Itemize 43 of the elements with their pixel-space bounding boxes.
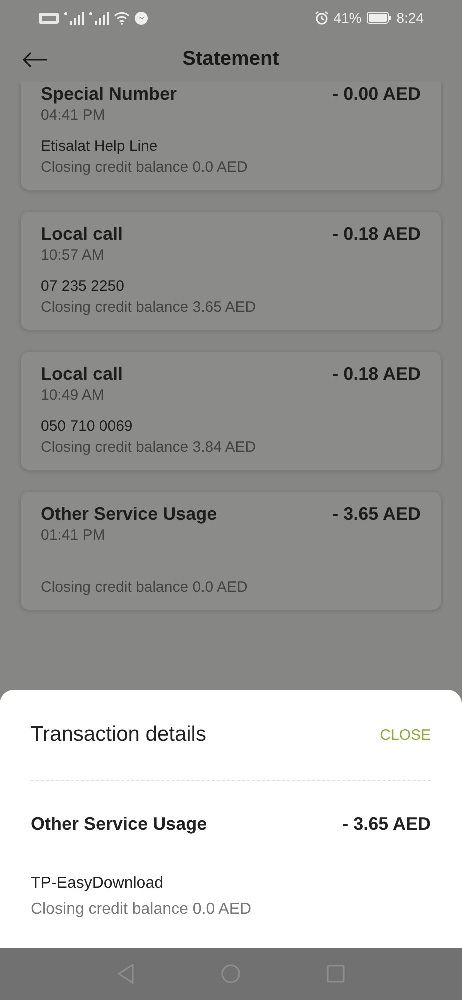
transaction-card[interactable]: Local call - 0.18 AED 10:49 AM 050 710 0069 Closing credit balance 3.84 AED: [21, 352, 441, 470]
transaction-title: Other Service Usage: [31, 814, 208, 834]
transaction-title: Local call: [41, 363, 124, 386]
clock-time: 8:24: [396, 10, 424, 26]
transaction-title: Special Number: [41, 83, 178, 106]
sheet-title: Transaction details: [31, 723, 206, 747]
transaction-title: Local call: [41, 223, 124, 246]
transaction-amount: - 0.18 AED: [332, 223, 421, 246]
transaction-description: 050 710 0069: [41, 417, 133, 437]
recents-icon[interactable]: [327, 965, 345, 983]
transaction-amount: - 0.00 AED: [332, 83, 421, 106]
transaction-card[interactable]: Special Number - 0.00 AED 04:41 PM Etisalat Help Line Closing credit balance 0.0 AED: [21, 82, 441, 190]
transaction-description: Etisalat Help Line: [41, 137, 158, 157]
closing-balance: Closing credit balance 3.84 AED: [41, 438, 258, 458]
alarm-icon: [314, 11, 329, 25]
back-icon[interactable]: [117, 964, 135, 984]
closing-balance: Closing credit balance 0.0 AED: [31, 900, 253, 920]
transaction-description: 07 235 2250: [41, 277, 124, 297]
transaction-card[interactable]: Local call - 0.18 AED 10:57 AM 07 235 2250 Closing credit balance 3.65 AED: [21, 212, 441, 330]
transaction-time: 10:57 AM: [41, 246, 106, 266]
transaction-time: 01:41 PM: [41, 526, 106, 546]
wifi-icon: [114, 12, 130, 24]
battery-percentage: 41%: [334, 10, 362, 26]
closing-balance: Closing credit balance 0.0 AED: [41, 158, 249, 178]
closing-balance: Closing credit balance 3.65 AED: [41, 298, 258, 318]
page-title: Statement: [182, 48, 280, 70]
transaction-description: TP-EasyDownload: [31, 874, 164, 894]
battery-icon: [366, 12, 392, 24]
close-button[interactable]: CLOSE: [380, 726, 431, 744]
transaction-amount: - 0.18 AED: [332, 363, 421, 386]
transaction-amount: - 3.65 AED: [342, 814, 431, 834]
back-arrow-icon: [22, 52, 48, 68]
transaction-time: 10:49 AM: [41, 386, 106, 406]
back-button[interactable]: [20, 50, 50, 70]
transaction-title: Other Service Usage: [41, 503, 218, 526]
closing-balance: Closing credit balance 0.0 AED: [41, 578, 249, 598]
home-icon[interactable]: [221, 964, 241, 984]
signal-icon: [64, 12, 84, 24]
signal-icon: [89, 12, 109, 24]
transaction-amount: - 3.65 AED: [332, 503, 421, 526]
transaction-time: 04:41 PM: [41, 106, 106, 126]
transaction-card[interactable]: Other Service Usage - 3.65 AED 01:41 PM Closing credit balance 0.0 AED: [21, 492, 441, 610]
messenger-icon: [135, 12, 148, 24]
